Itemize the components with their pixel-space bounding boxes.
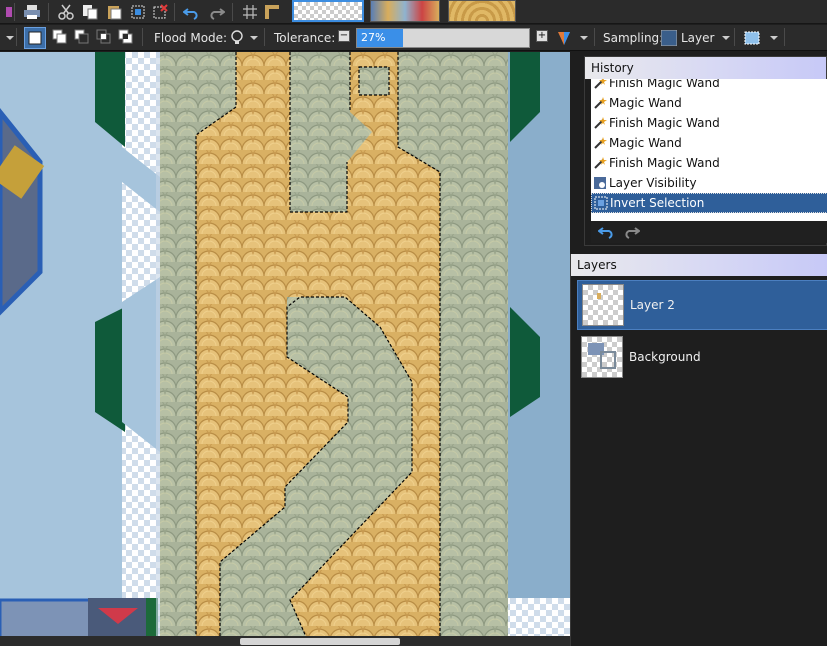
history-item[interactable]: Finish Magic Wand <box>591 113 827 133</box>
horizontal-scrollbar[interactable] <box>0 636 570 646</box>
chevron-down-icon[interactable] <box>0 28 20 48</box>
print-icon[interactable] <box>22 2 42 22</box>
cut-icon[interactable] <box>56 2 76 22</box>
sampling-value[interactable]: Layer <box>681 31 714 45</box>
crop-to-selection-icon[interactable] <box>128 2 148 22</box>
flood-mode-label: Flood Mode: <box>154 31 228 45</box>
sampling-label: Sampling: <box>603 31 664 45</box>
magic-wand-icon <box>591 154 609 172</box>
toolbar-separator <box>264 28 265 46</box>
history-item[interactable]: Finish Magic Wand <box>591 79 827 93</box>
tolerance-increase-button[interactable]: + <box>536 30 548 42</box>
history-panel-title: History <box>585 57 826 79</box>
layer-visibility-icon <box>591 174 609 192</box>
selection-mode-replace-icon[interactable] <box>24 27 46 49</box>
grid-icon[interactable] <box>240 2 260 22</box>
tolerance-decrease-button[interactable]: − <box>338 30 350 42</box>
selection-mode-intersect-icon[interactable] <box>94 27 114 47</box>
green-wall-mid-left <box>95 307 125 432</box>
history-item[interactable]: Magic Wand <box>591 133 827 153</box>
image-tab-thumbnail-active[interactable] <box>292 0 364 22</box>
copy-icon[interactable] <box>80 2 100 22</box>
history-redo-icon[interactable] <box>621 222 641 242</box>
tolerance-slider[interactable]: 27% <box>356 28 530 48</box>
selection-mode-exclude-icon[interactable] <box>72 27 92 47</box>
layers-panel: Layers Layer 2 Background <box>570 254 827 646</box>
chevron-down-icon[interactable] <box>764 28 784 48</box>
scrollbar-thumb[interactable] <box>240 638 400 645</box>
toolbar-separator <box>594 28 595 46</box>
selection-mode-xor-icon[interactable] <box>116 27 136 47</box>
magic-wand-icon <box>591 79 609 92</box>
layer-name: Background <box>629 350 701 364</box>
history-item[interactable]: Finish Magic Wand <box>591 153 827 173</box>
invert-selection-icon <box>592 194 610 212</box>
toolbar-separator <box>734 28 735 46</box>
history-item[interactable]: Layer Visibility <box>591 173 827 193</box>
toolbar-separator <box>48 3 49 21</box>
deselect-icon[interactable] <box>150 2 170 22</box>
tolerance-value: 27% <box>361 31 386 44</box>
chevron-down-icon[interactable] <box>574 28 594 48</box>
paste-icon[interactable] <box>104 2 124 22</box>
magic-wand-icon <box>591 134 609 152</box>
blend-mode-icon[interactable] <box>554 28 574 48</box>
main-toolbar <box>0 0 827 24</box>
toolbar-separator <box>232 3 233 21</box>
selection-mode-union-icon[interactable] <box>50 27 70 47</box>
layer-item-background[interactable]: Background <box>577 332 827 382</box>
layer-thumbnail <box>582 284 624 326</box>
history-item[interactable]: Magic Wand <box>591 93 827 113</box>
history-list[interactable]: Finish Magic Wand Magic Wand Finish Magi… <box>591 79 827 221</box>
toolbar-separator <box>174 3 175 21</box>
image-tab-thumbnail[interactable] <box>448 0 516 22</box>
partial-icon[interactable] <box>0 2 20 22</box>
magic-wand-icon <box>591 94 609 112</box>
chevron-down-icon[interactable] <box>716 28 736 48</box>
toolbar-separator <box>14 3 15 21</box>
image-tab-thumbnail[interactable] <box>370 0 440 22</box>
layer-name: Layer 2 <box>630 298 675 312</box>
layers-panel-title: Layers <box>571 254 827 276</box>
history-item-selected[interactable]: Invert Selection <box>591 193 827 213</box>
history-footer <box>591 221 827 243</box>
toolbar-separator <box>784 28 785 46</box>
chevron-down-icon[interactable] <box>244 28 264 48</box>
magic-wand-icon <box>591 114 609 132</box>
selection-island <box>358 66 390 96</box>
image-canvas[interactable] <box>0 52 570 646</box>
ruler-icon[interactable] <box>262 2 282 22</box>
layer-thumbnail <box>581 336 623 378</box>
undo-icon[interactable] <box>182 2 202 22</box>
tolerance-label: Tolerance: <box>274 31 336 45</box>
antialiasing-icon[interactable] <box>742 28 762 48</box>
tool-options-bar: Flood Mode: Tolerance: − 27% + Sampling:… <box>0 25 827 51</box>
layer-item-layer-2[interactable]: Layer 2 <box>577 280 827 330</box>
canvas-artwork <box>0 52 570 646</box>
history-undo-icon[interactable] <box>597 222 617 242</box>
history-panel: History Finish Magic Wand Magic Wand Fin… <box>584 56 827 246</box>
toolbar-separator <box>16 28 17 46</box>
toolbar-separator <box>142 28 143 46</box>
redo-icon[interactable] <box>206 2 226 22</box>
sampling-layer-icon[interactable] <box>660 29 677 46</box>
